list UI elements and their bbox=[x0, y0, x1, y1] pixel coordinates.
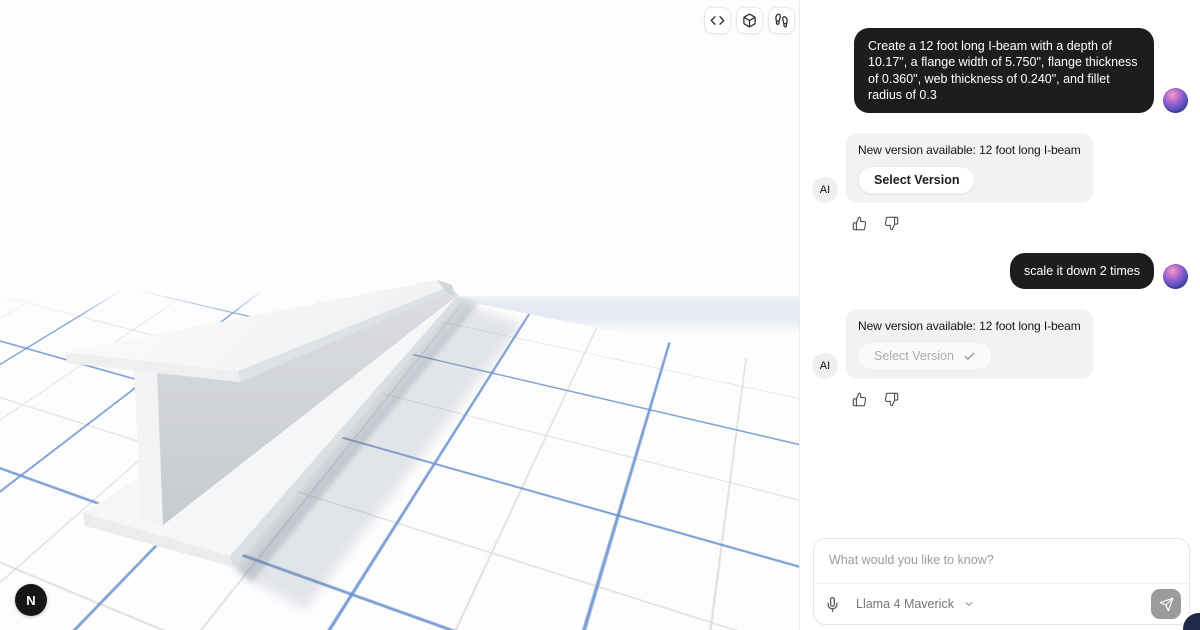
model-name: Llama 4 Maverick bbox=[856, 597, 954, 611]
composer-toolbar: Llama 4 Maverick bbox=[814, 583, 1189, 624]
assistant-message-text: New version available: 12 foot long I-be… bbox=[858, 143, 1081, 157]
feedback-row bbox=[852, 392, 1188, 407]
chevron-down-icon bbox=[963, 598, 975, 610]
send-button[interactable] bbox=[1151, 589, 1181, 619]
user-message-bubble: Create a 12 foot long I-beam with a dept… bbox=[854, 28, 1154, 113]
select-version-button[interactable]: Select Version bbox=[858, 166, 975, 194]
assistant-message-row: AI New version available: 12 foot long I… bbox=[812, 309, 1188, 379]
cube-icon bbox=[742, 13, 757, 28]
user-avatar[interactable] bbox=[1163, 88, 1188, 113]
3d-viewport[interactable]: N bbox=[0, 0, 800, 630]
app-logo-button[interactable]: N bbox=[15, 584, 47, 616]
assistant-message-card: New version available: 12 foot long I-be… bbox=[846, 133, 1093, 203]
chat-input[interactable] bbox=[814, 539, 1189, 567]
select-version-label: Select Version bbox=[874, 349, 954, 363]
chat-message-list[interactable]: Create a 12 foot long I-beam with a dept… bbox=[800, 0, 1200, 534]
ai-avatar-label: AI bbox=[820, 184, 830, 196]
user-avatar[interactable] bbox=[1163, 264, 1188, 289]
assistant-message-text: New version available: 12 foot long I-be… bbox=[858, 319, 1081, 333]
thumbs-down-icon bbox=[884, 392, 899, 407]
assistant-message-card: New version available: 12 foot long I-be… bbox=[846, 309, 1093, 379]
chat-panel: Create a 12 foot long I-beam with a dept… bbox=[800, 0, 1200, 630]
chat-composer: Llama 4 Maverick bbox=[813, 538, 1190, 625]
microphone-icon bbox=[825, 597, 840, 612]
thumbs-up-button[interactable] bbox=[852, 392, 867, 407]
thumbs-up-icon bbox=[852, 392, 867, 407]
model-selector[interactable]: Llama 4 Maverick bbox=[856, 597, 975, 611]
user-message-bubble: scale it down 2 times bbox=[1010, 253, 1154, 289]
thumbs-up-button[interactable] bbox=[852, 216, 867, 231]
viewport-toolbar bbox=[704, 7, 795, 34]
ai-avatar: AI bbox=[812, 353, 838, 379]
ai-avatar: AI bbox=[812, 177, 838, 203]
microphone-button[interactable] bbox=[825, 597, 840, 612]
thumbs-up-icon bbox=[852, 216, 867, 231]
model-view-button[interactable] bbox=[736, 7, 763, 34]
code-view-button[interactable] bbox=[704, 7, 731, 34]
thumbs-down-icon bbox=[884, 216, 899, 231]
send-icon bbox=[1159, 597, 1174, 612]
check-icon bbox=[963, 350, 976, 363]
code-icon bbox=[710, 13, 725, 28]
ai-avatar-label: AI bbox=[820, 360, 830, 372]
select-version-label: Select Version bbox=[874, 173, 959, 187]
assistant-message-row: AI New version available: 12 foot long I… bbox=[812, 133, 1188, 203]
thumbs-down-button[interactable] bbox=[884, 392, 899, 407]
user-message-row: scale it down 2 times bbox=[812, 253, 1188, 289]
app-window: N Create a 12 foot long I-beam with a de… bbox=[0, 0, 1200, 630]
user-message-row: Create a 12 foot long I-beam with a dept… bbox=[812, 28, 1188, 113]
walkthrough-button[interactable] bbox=[768, 7, 795, 34]
ibeam-model[interactable] bbox=[0, 0, 800, 630]
app-logo-letter: N bbox=[26, 593, 35, 608]
thumbs-down-button[interactable] bbox=[884, 216, 899, 231]
footprints-icon bbox=[774, 13, 789, 28]
feedback-row bbox=[852, 216, 1188, 231]
select-version-button-selected[interactable]: Select Version bbox=[858, 342, 992, 370]
